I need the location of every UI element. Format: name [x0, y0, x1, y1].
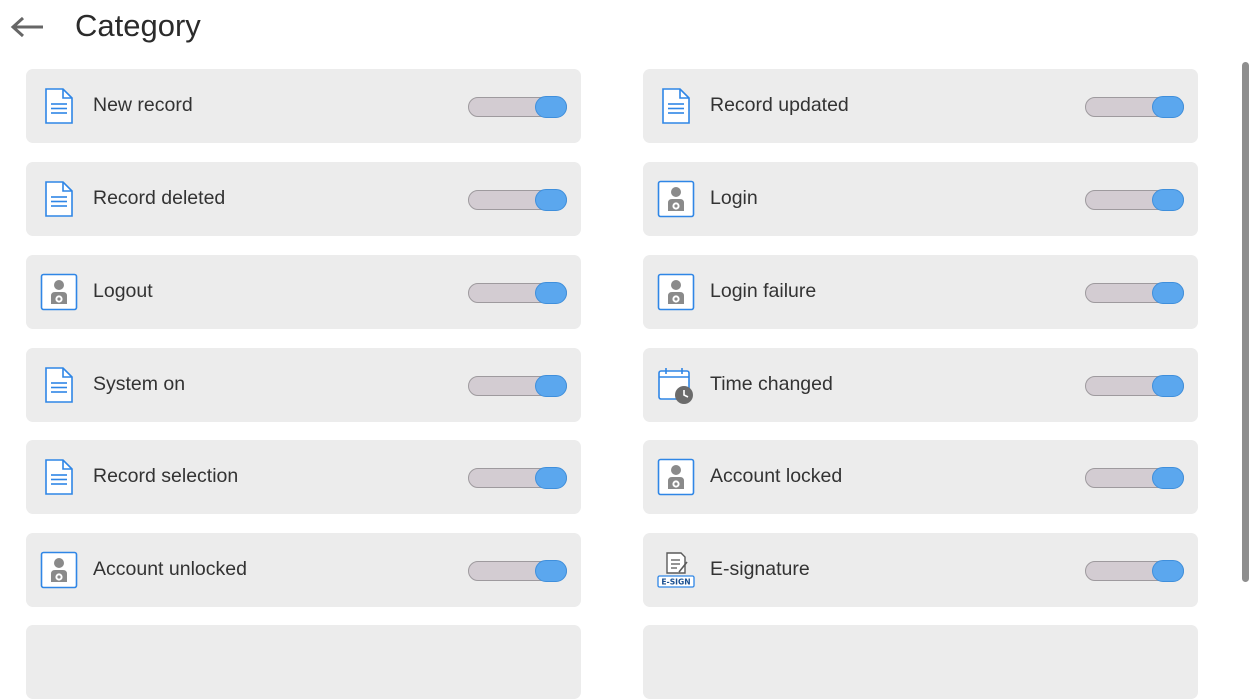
category-toggle[interactable]	[468, 375, 567, 397]
category-card: Login failure	[643, 255, 1198, 329]
category-label: Login failure	[710, 280, 817, 302]
category-toggle[interactable]	[1085, 467, 1184, 489]
category-card: Record selection	[26, 440, 581, 514]
category-label: New record	[93, 94, 193, 116]
user-settings-icon	[657, 273, 695, 311]
category-toggle[interactable]	[468, 467, 567, 489]
user-settings-icon	[657, 458, 695, 496]
user-settings-icon	[40, 273, 78, 311]
category-toggle[interactable]	[1085, 560, 1184, 582]
category-label: Login	[710, 187, 758, 209]
document-icon	[40, 87, 78, 125]
e-sign-icon: E-SIGN	[657, 551, 695, 589]
svg-text:E-SIGN: E-SIGN	[661, 578, 690, 587]
user-settings-icon	[657, 180, 695, 218]
category-card-partial	[643, 625, 1198, 699]
category-label: Record deleted	[93, 187, 226, 209]
document-icon	[40, 180, 78, 218]
category-card: Login	[643, 162, 1198, 236]
category-card: Account locked	[643, 440, 1198, 514]
category-toggle[interactable]	[468, 560, 567, 582]
document-icon	[40, 458, 78, 496]
category-toggle[interactable]	[1085, 96, 1184, 118]
category-toggle[interactable]	[1085, 189, 1184, 211]
page-title: Category	[75, 8, 201, 43]
category-label: Record updated	[710, 94, 849, 116]
category-card: Logout	[26, 255, 581, 329]
arrow-left-icon	[10, 16, 43, 38]
category-label: Account locked	[710, 465, 843, 487]
document-icon	[657, 87, 695, 125]
category-label: System on	[93, 373, 186, 395]
category-card-partial	[26, 625, 581, 699]
category-toggle[interactable]	[468, 282, 567, 304]
category-card: System on	[26, 348, 581, 422]
category-card: Time changed	[643, 348, 1198, 422]
category-card: Account unlocked	[26, 533, 581, 607]
category-card: New record	[26, 69, 581, 143]
category-card: Record deleted	[26, 162, 581, 236]
category-label: Account unlocked	[93, 558, 247, 580]
back-button[interactable]	[8, 10, 48, 44]
calendar-clock-icon	[657, 366, 695, 404]
category-card: Record updated	[643, 69, 1198, 143]
category-toggle[interactable]	[468, 96, 567, 118]
category-label: E-signature	[710, 558, 810, 580]
category-toggle[interactable]	[1085, 282, 1184, 304]
document-icon	[40, 366, 78, 404]
category-toggle[interactable]	[1085, 375, 1184, 397]
user-settings-icon	[40, 551, 78, 589]
category-card: E-SIGN E-signature	[643, 533, 1198, 607]
category-toggle[interactable]	[468, 189, 567, 211]
category-label: Time changed	[710, 373, 833, 395]
category-label: Logout	[93, 280, 153, 302]
scrollbar[interactable]	[1242, 62, 1249, 582]
header-bar: Category	[0, 0, 1256, 56]
category-label: Record selection	[93, 465, 239, 487]
